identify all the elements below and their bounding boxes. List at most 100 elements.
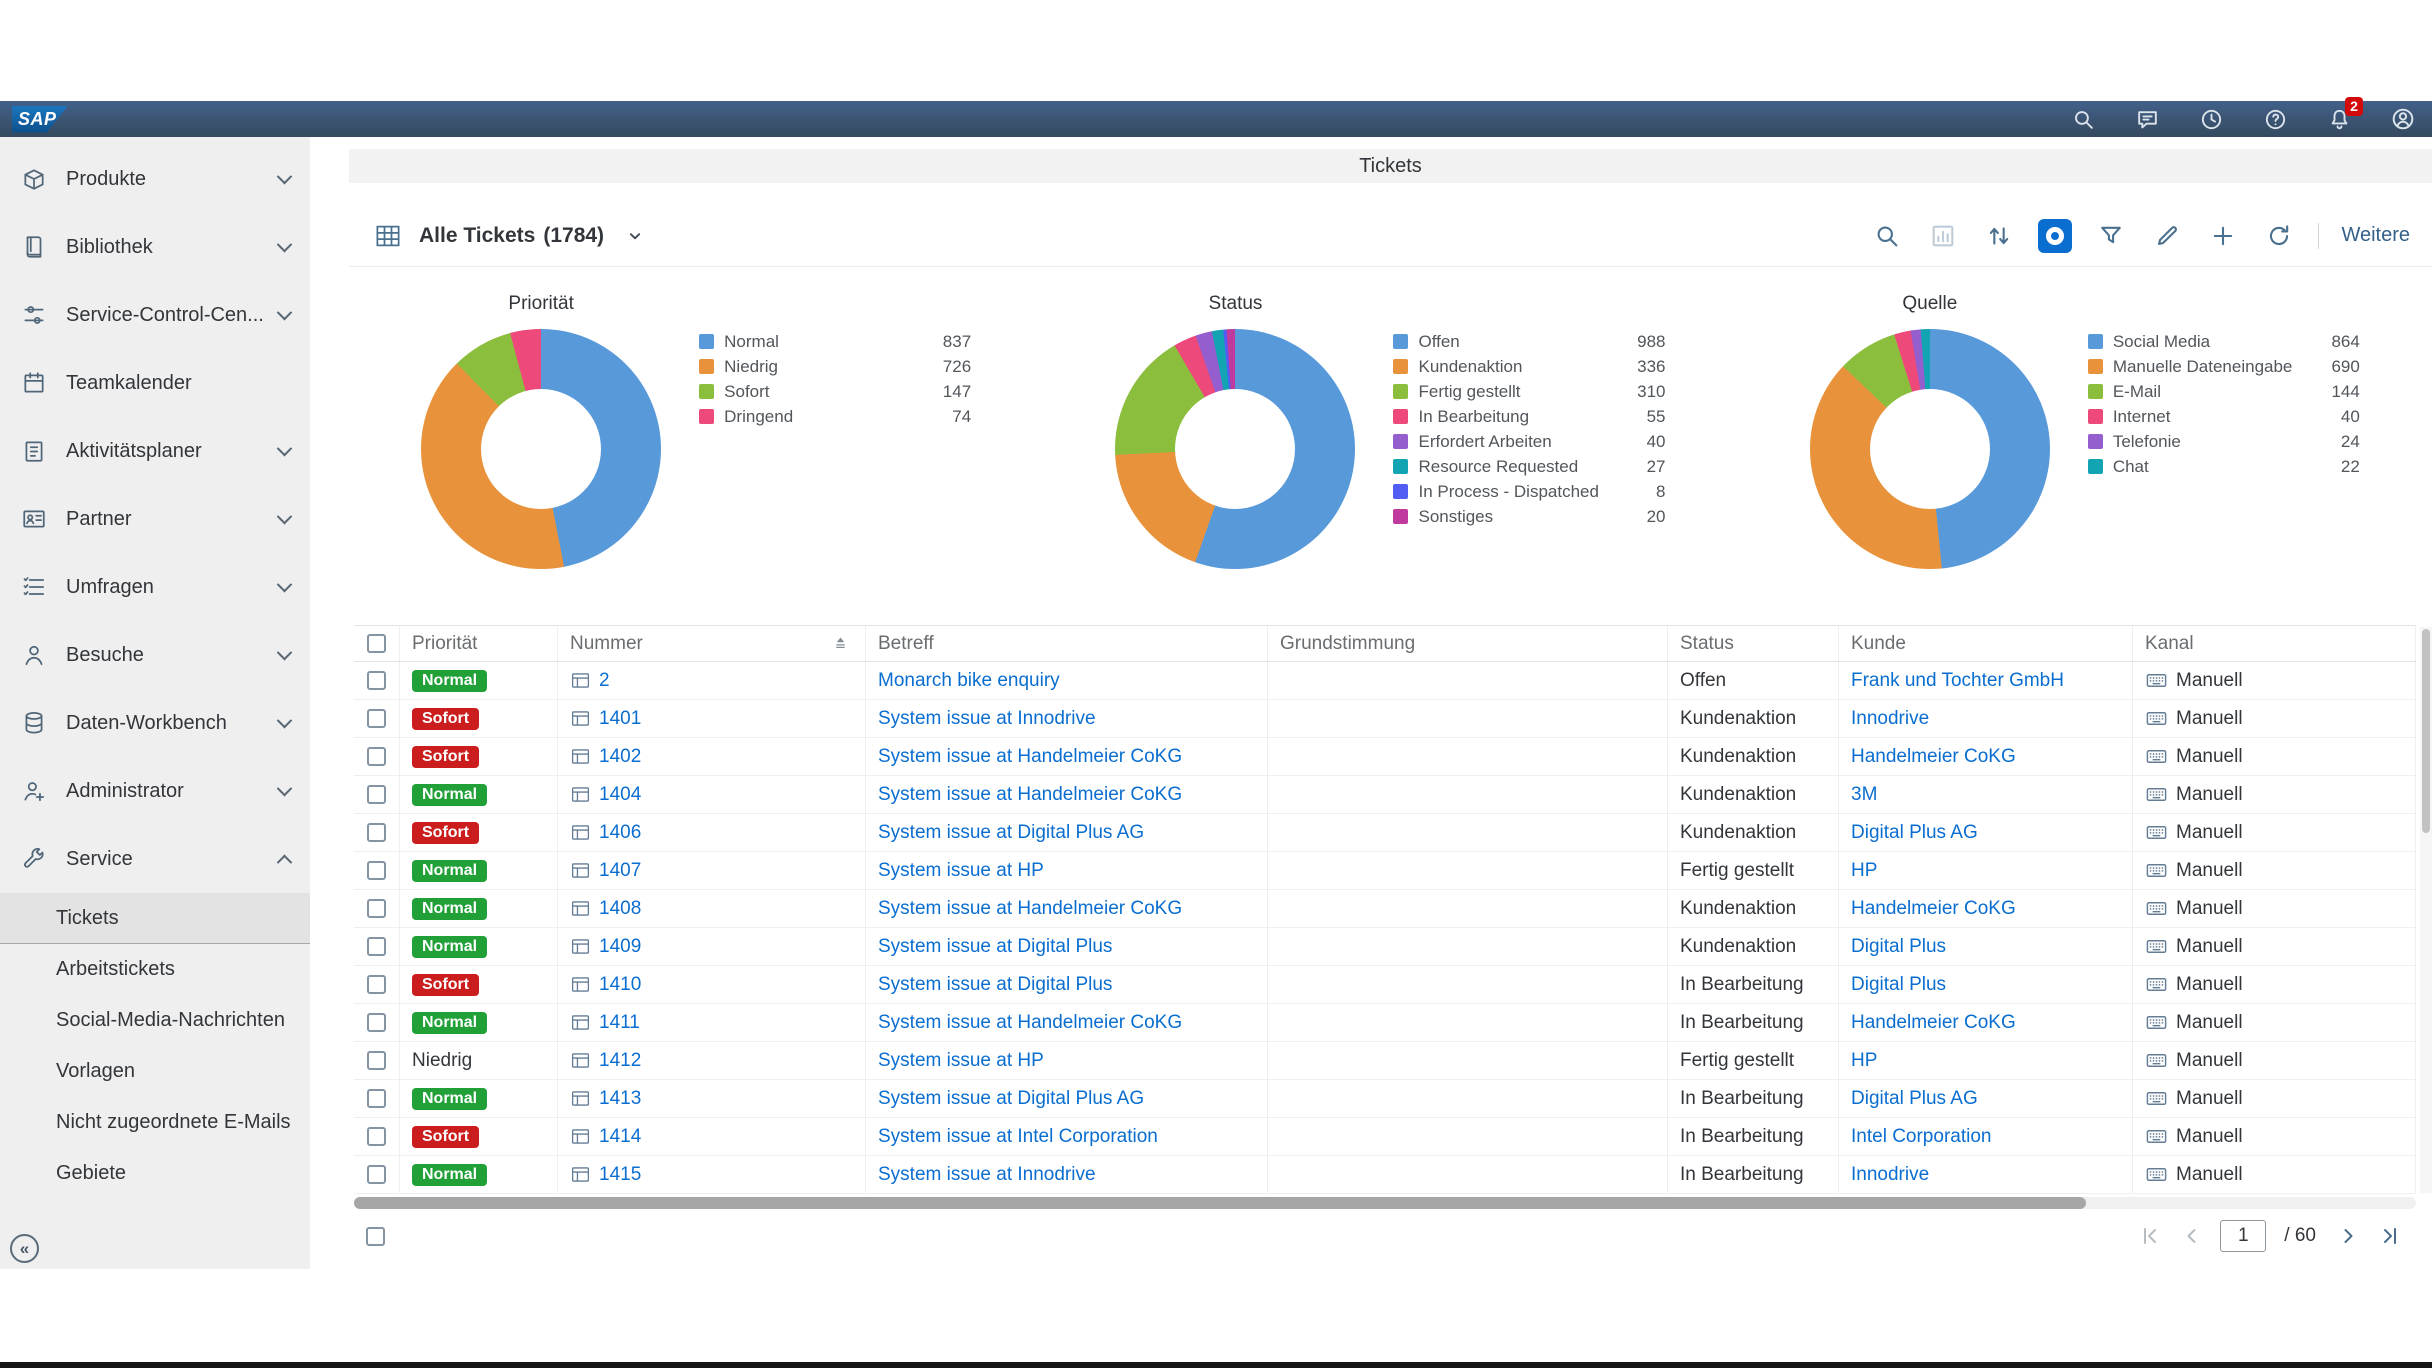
sidebar-subitem-tickets[interactable]: Tickets: [0, 893, 310, 944]
ticket-subject-link[interactable]: System issue at Handelmeier CoKG: [878, 784, 1182, 806]
ticket-number-link[interactable]: 1411: [599, 1012, 640, 1034]
column-header-betreff[interactable]: Betreff: [866, 626, 1268, 661]
ticket-subject-link[interactable]: System issue at Digital Plus: [878, 936, 1112, 958]
legend-item-internet[interactable]: Internet 40: [2088, 404, 2360, 429]
row-checkbox[interactable]: [367, 1013, 386, 1032]
sort-icon[interactable]: [1982, 219, 2016, 253]
select-all-checkbox[interactable]: [367, 634, 386, 653]
customer-link[interactable]: Handelmeier CoKG: [1851, 898, 2016, 920]
customer-link[interactable]: Digital Plus: [1851, 936, 1946, 958]
donut-chart-status[interactable]: [1115, 329, 1355, 569]
legend-item-chat[interactable]: Chat 22: [2088, 454, 2360, 479]
legend-item-e-mail[interactable]: E-Mail 144: [2088, 379, 2360, 404]
column-header-select[interactable]: [354, 626, 400, 661]
first-page-button[interactable]: [2136, 1222, 2164, 1250]
row-checkbox[interactable]: [367, 785, 386, 804]
ticket-subject-link[interactable]: System issue at Digital Plus AG: [878, 1088, 1144, 1110]
feedback-icon[interactable]: [2134, 106, 2160, 132]
next-page-button[interactable]: [2334, 1222, 2362, 1250]
table-row-1408[interactable]: Normal 1408 System issue at Handelmeier …: [354, 890, 2416, 928]
footer-checkbox[interactable]: [366, 1227, 385, 1246]
legend-item-telefonie[interactable]: Telefonie 24: [2088, 429, 2360, 454]
table-row-1410[interactable]: Sofort 1410 System issue at Digital Plus…: [354, 966, 2416, 1004]
customer-link[interactable]: Innodrive: [1851, 708, 1929, 730]
column-header-grundstimmung[interactable]: Grundstimmung: [1268, 626, 1668, 661]
ticket-subject-link[interactable]: System issue at Digital Plus AG: [878, 822, 1144, 844]
legend-item-resource-requested[interactable]: Resource Requested 27: [1393, 454, 1665, 479]
sidebar-item-umfragen[interactable]: Umfragen: [0, 553, 310, 621]
row-checkbox[interactable]: [367, 899, 386, 918]
sidebar-item-besuche[interactable]: Besuche: [0, 621, 310, 689]
ticket-subject-link[interactable]: System issue at Handelmeier CoKG: [878, 1012, 1182, 1034]
table-row-1402[interactable]: Sofort 1402 System issue at Handelmeier …: [354, 738, 2416, 776]
customer-link[interactable]: Digital Plus AG: [1851, 822, 1978, 844]
table-row-1407[interactable]: Normal 1407 System issue at HP Fertig ge…: [354, 852, 2416, 890]
table-row-1406[interactable]: Sofort 1406 System issue at Digital Plus…: [354, 814, 2416, 852]
customer-link[interactable]: 3M: [1851, 784, 1877, 806]
sidebar-item-bibliothek[interactable]: Bibliothek: [0, 213, 310, 281]
row-checkbox[interactable]: [367, 1127, 386, 1146]
row-checkbox[interactable]: [367, 671, 386, 690]
row-checkbox[interactable]: [367, 861, 386, 880]
column-header-nummer[interactable]: Nummer: [558, 626, 866, 661]
column-header-kanal[interactable]: Kanal: [2133, 626, 2416, 661]
legend-item-erfordert-arbeiten[interactable]: Erfordert Arbeiten 40: [1393, 429, 1665, 454]
customer-link[interactable]: Handelmeier CoKG: [1851, 1012, 2016, 1034]
ticket-subject-link[interactable]: System issue at Innodrive: [878, 1164, 1096, 1186]
sidebar-item-teamkalender[interactable]: Teamkalender: [0, 349, 310, 417]
sidebar-subitem-vorlagen[interactable]: Vorlagen: [0, 1046, 310, 1097]
legend-item-sonstiges[interactable]: Sonstiges 20: [1393, 504, 1665, 529]
ticket-number-link[interactable]: 1409: [599, 936, 641, 958]
ticket-number-link[interactable]: 1412: [599, 1050, 641, 1072]
customer-link[interactable]: Frank und Tochter GmbH: [1851, 670, 2064, 692]
sidebar-item-administrator[interactable]: Administrator: [0, 757, 310, 825]
ticket-subject-link[interactable]: System issue at Intel Corporation: [878, 1126, 1158, 1148]
analytics-icon[interactable]: [1926, 219, 1960, 253]
table-row-1411[interactable]: Normal 1411 System issue at Handelmeier …: [354, 1004, 2416, 1042]
row-checkbox[interactable]: [367, 937, 386, 956]
table-row-1414[interactable]: Sofort 1414 System issue at Intel Corpor…: [354, 1118, 2416, 1156]
edit-icon[interactable]: [2150, 219, 2184, 253]
sidebar-item-service[interactable]: Service: [0, 825, 310, 893]
ticket-subject-link[interactable]: System issue at Handelmeier CoKG: [878, 746, 1182, 768]
sidebar-item-aktivitätsplaner[interactable]: Aktivitätsplaner: [0, 417, 310, 485]
sidebar-subitem-nicht-zugeordnete-e-mails[interactable]: Nicht zugeordnete E-Mails: [0, 1097, 310, 1148]
sidebar-subitem-gebiete[interactable]: Gebiete: [0, 1148, 310, 1199]
column-header-kunde[interactable]: Kunde: [1839, 626, 2133, 661]
avatar-icon[interactable]: [2390, 106, 2416, 132]
add-icon[interactable]: [2206, 219, 2240, 253]
refresh-icon[interactable]: [2262, 219, 2296, 253]
chart-type-icon[interactable]: [2038, 219, 2072, 253]
table-row-1412[interactable]: Niedrig 1412 System issue at HP Fertig g…: [354, 1042, 2416, 1080]
ticket-subject-link[interactable]: Monarch bike enquiry: [878, 670, 1060, 692]
ticket-number-link[interactable]: 1413: [599, 1088, 641, 1110]
search-icon[interactable]: [1870, 219, 1904, 253]
donut-chart-priorität[interactable]: [421, 329, 661, 569]
more-button[interactable]: Weitere: [2341, 224, 2410, 247]
view-selector-chevron-icon[interactable]: [618, 219, 652, 253]
row-checkbox[interactable]: [367, 823, 386, 842]
customer-link[interactable]: Handelmeier CoKG: [1851, 746, 2016, 768]
sidebar-subitem-arbeitstickets[interactable]: Arbeitstickets: [0, 944, 310, 995]
ticket-subject-link[interactable]: System issue at HP: [878, 860, 1044, 882]
ticket-number-link[interactable]: 1408: [599, 898, 641, 920]
legend-item-offen[interactable]: Offen 988: [1393, 329, 1665, 354]
table-row-1413[interactable]: Normal 1413 System issue at Digital Plus…: [354, 1080, 2416, 1118]
customer-link[interactable]: Digital Plus: [1851, 974, 1946, 996]
notifications-icon[interactable]: 2: [2326, 106, 2352, 132]
table-row-1401[interactable]: Sofort 1401 System issue at Innodrive Ku…: [354, 700, 2416, 738]
view-selector[interactable]: Alle Tickets (1784): [419, 224, 604, 248]
customer-link[interactable]: Digital Plus AG: [1851, 1088, 1978, 1110]
row-checkbox[interactable]: [367, 975, 386, 994]
row-checkbox[interactable]: [367, 1165, 386, 1184]
legend-item-niedrig[interactable]: Niedrig 726: [699, 354, 971, 379]
legend-item-manuelle-dateneingabe[interactable]: Manuelle Dateneingabe 690: [2088, 354, 2360, 379]
ticket-number-link[interactable]: 1406: [599, 822, 641, 844]
donut-chart-quelle[interactable]: [1810, 329, 2050, 569]
customer-link[interactable]: Innodrive: [1851, 1164, 1929, 1186]
table-row-2[interactable]: Normal 2 Monarch bike enquiry Offen Fran…: [354, 662, 2416, 700]
sidebar-item-produkte[interactable]: Produkte: [0, 145, 310, 213]
history-icon[interactable]: [2198, 106, 2224, 132]
sidebar-subitem-social-media-nachrichten[interactable]: Social-Media-Nachrichten: [0, 995, 310, 1046]
ticket-subject-link[interactable]: System issue at HP: [878, 1050, 1044, 1072]
